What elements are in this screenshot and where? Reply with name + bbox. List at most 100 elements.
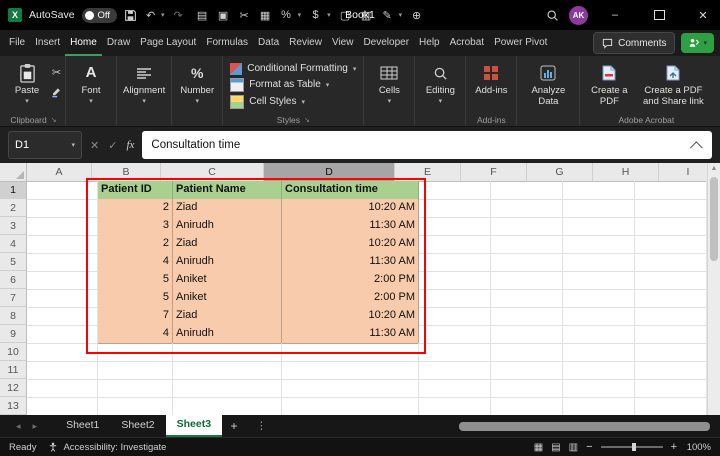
ribbon-tab-file[interactable]: File: [4, 30, 30, 56]
column-header-A[interactable]: A: [27, 163, 92, 182]
vertical-scrollbar[interactable]: ▲: [707, 163, 720, 415]
ribbon-tab-acrobat[interactable]: Acrobat: [445, 30, 489, 56]
cell-A1[interactable]: [27, 181, 98, 200]
row-header-5[interactable]: 5: [0, 253, 27, 271]
ribbon-tab-insert[interactable]: Insert: [30, 30, 65, 56]
search-icon[interactable]: [546, 9, 559, 22]
sheet-nav-left-icon[interactable]: ◂: [10, 421, 27, 432]
column-header-G[interactable]: G: [527, 163, 593, 182]
cell-G7[interactable]: [563, 289, 635, 308]
styles-dialog-launcher-icon[interactable]: ↘: [304, 116, 310, 124]
confirm-entry-icon[interactable]: ✓: [108, 139, 117, 152]
column-header-I[interactable]: I: [659, 163, 707, 182]
cell-F5[interactable]: [491, 253, 563, 272]
cell-A11[interactable]: [27, 361, 98, 380]
cell-C6[interactable]: Aniket: [173, 271, 282, 290]
cell-E11[interactable]: [419, 361, 491, 380]
cell-D4[interactable]: 10:20 AM: [282, 235, 419, 254]
cell-C9[interactable]: Anirudh: [173, 325, 282, 344]
cell-B13[interactable]: [98, 397, 173, 415]
cell-D11[interactable]: [282, 361, 419, 380]
cell-F3[interactable]: [491, 217, 563, 236]
page-break-view-icon[interactable]: ▥: [569, 442, 578, 453]
new-sheet-button[interactable]: +: [222, 419, 246, 433]
clipboard-dialog-launcher-icon[interactable]: ↘: [51, 116, 57, 124]
cell-G13[interactable]: [563, 397, 635, 415]
cell-C13[interactable]: [173, 397, 282, 415]
ribbon-tab-developer[interactable]: Developer: [358, 30, 414, 56]
row-header-12[interactable]: 12: [0, 379, 27, 397]
zoom-in-icon[interactable]: +: [671, 441, 677, 453]
ribbon-tab-data[interactable]: Data: [253, 30, 284, 56]
cell-E2[interactable]: [419, 199, 491, 218]
cell-E1[interactable]: [419, 181, 491, 200]
paintbrush-icon-dropdown[interactable]: ▾: [399, 11, 403, 19]
cell-E5[interactable]: [419, 253, 491, 272]
cell-B4[interactable]: 2: [98, 235, 173, 254]
cell-H1[interactable]: [635, 181, 707, 200]
minimize-button[interactable]: –: [598, 0, 632, 30]
zoom-slider-thumb[interactable]: [632, 443, 636, 451]
cell-C12[interactable]: [173, 379, 282, 398]
cell-A6[interactable]: [27, 271, 98, 290]
cell-D1[interactable]: Consultation time: [282, 181, 419, 200]
cell-G8[interactable]: [563, 307, 635, 326]
cell-A9[interactable]: [27, 325, 98, 344]
format-as-table-button[interactable]: Format as Table ▾: [230, 78, 356, 92]
ribbon-tab-power-pivot[interactable]: Power Pivot: [489, 30, 552, 56]
cell-E4[interactable]: [419, 235, 491, 254]
row-header-13[interactable]: 13: [0, 397, 27, 415]
row-header-3[interactable]: 3: [0, 217, 27, 235]
cell-G12[interactable]: [563, 379, 635, 398]
cell-B6[interactable]: 5: [98, 271, 173, 290]
column-header-H[interactable]: H: [593, 163, 659, 182]
cell-A10[interactable]: [27, 343, 98, 362]
zoom-out-icon[interactable]: −: [586, 441, 592, 453]
cell-H3[interactable]: [635, 217, 707, 236]
scissors-icon[interactable]: ✂: [238, 9, 251, 22]
cell-D7[interactable]: 2:00 PM: [282, 289, 419, 308]
cell-D5[interactable]: 11:30 AM: [282, 253, 419, 272]
cell-C7[interactable]: Aniket: [173, 289, 282, 308]
sheet-tab-sheet1[interactable]: Sheet1: [55, 415, 110, 437]
cell-H7[interactable]: [635, 289, 707, 308]
cell-D13[interactable]: [282, 397, 419, 415]
cell-C1[interactable]: Patient Name: [173, 181, 282, 200]
cell-styles-button[interactable]: Cell Styles ▾: [230, 95, 356, 109]
cell-D9[interactable]: 11:30 AM: [282, 325, 419, 344]
zoom-level[interactable]: 100%: [685, 442, 711, 453]
cell-G9[interactable]: [563, 325, 635, 344]
format-painter-icon[interactable]: [51, 87, 62, 101]
cell-A2[interactable]: [27, 199, 98, 218]
cell-A3[interactable]: [27, 217, 98, 236]
cell-G6[interactable]: [563, 271, 635, 290]
cell-C3[interactable]: Anirudh: [173, 217, 282, 236]
cell-H6[interactable]: [635, 271, 707, 290]
cell-B3[interactable]: 3: [98, 217, 173, 236]
cell-F4[interactable]: [491, 235, 563, 254]
cell-H13[interactable]: [635, 397, 707, 415]
percent-icon-dropdown[interactable]: ▾: [298, 11, 302, 19]
avatar[interactable]: AK: [569, 6, 588, 25]
horizontal-scroll-thumb[interactable]: [459, 422, 710, 431]
alignment-button[interactable]: Alignment ▾: [120, 58, 168, 106]
column-header-F[interactable]: F: [461, 163, 527, 182]
editing-button[interactable]: Editing ▾: [418, 58, 462, 106]
cells-button[interactable]: Cells ▾: [367, 58, 411, 106]
cell-D8[interactable]: 10:20 AM: [282, 307, 419, 326]
cell-B8[interactable]: 7: [98, 307, 173, 326]
cell-C4[interactable]: Ziad: [173, 235, 282, 254]
currency-icon[interactable]: $: [309, 9, 322, 21]
cell-A8[interactable]: [27, 307, 98, 326]
undo-dropdown-icon[interactable]: ▾: [161, 11, 165, 19]
table-icon[interactable]: ▦: [259, 9, 272, 22]
cell-D12[interactable]: [282, 379, 419, 398]
cell-B10[interactable]: [98, 343, 173, 362]
cell-C10[interactable]: [173, 343, 282, 362]
row-header-9[interactable]: 9: [0, 325, 27, 343]
cell-C2[interactable]: Ziad: [173, 199, 282, 218]
cell-E6[interactable]: [419, 271, 491, 290]
ribbon-tab-draw[interactable]: Draw: [102, 30, 135, 56]
formula-input[interactable]: Consultation time: [142, 131, 712, 159]
cell-G2[interactable]: [563, 199, 635, 218]
